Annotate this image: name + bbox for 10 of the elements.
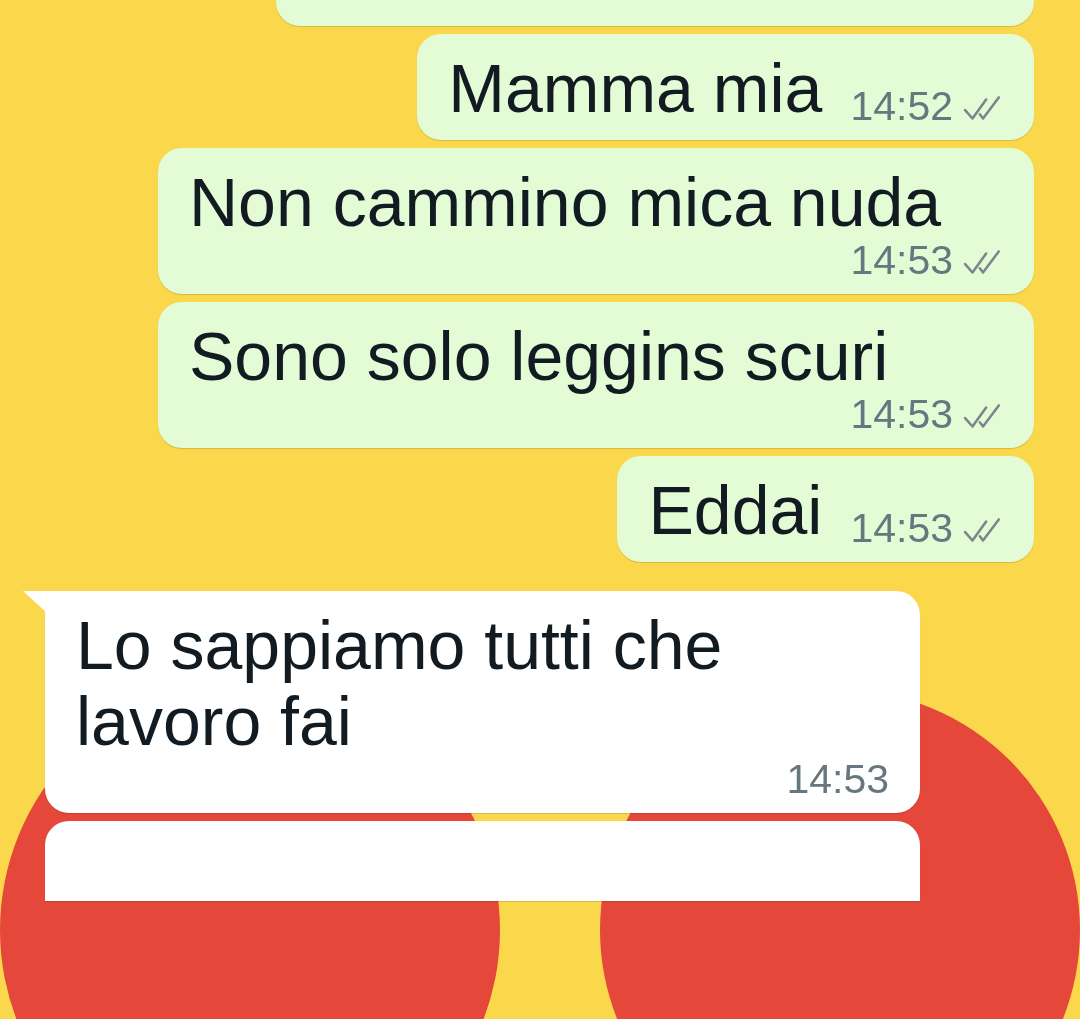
message-time: 14:53 (850, 240, 953, 280)
message-text: Sono solo leggins scuri (189, 318, 889, 394)
message-time: 14:53 (850, 394, 953, 434)
message-text: Mamma mia (448, 50, 823, 126)
message-time: 14:52 (850, 86, 953, 126)
message-text: Lo sappiamo tutti che lavoro fai (76, 607, 724, 759)
message-time: 14:53 (786, 759, 889, 799)
message-text: Eddai (648, 472, 823, 548)
message-text: Non cammino mica nuda (189, 164, 942, 240)
message-time: 14:53 (850, 508, 953, 548)
